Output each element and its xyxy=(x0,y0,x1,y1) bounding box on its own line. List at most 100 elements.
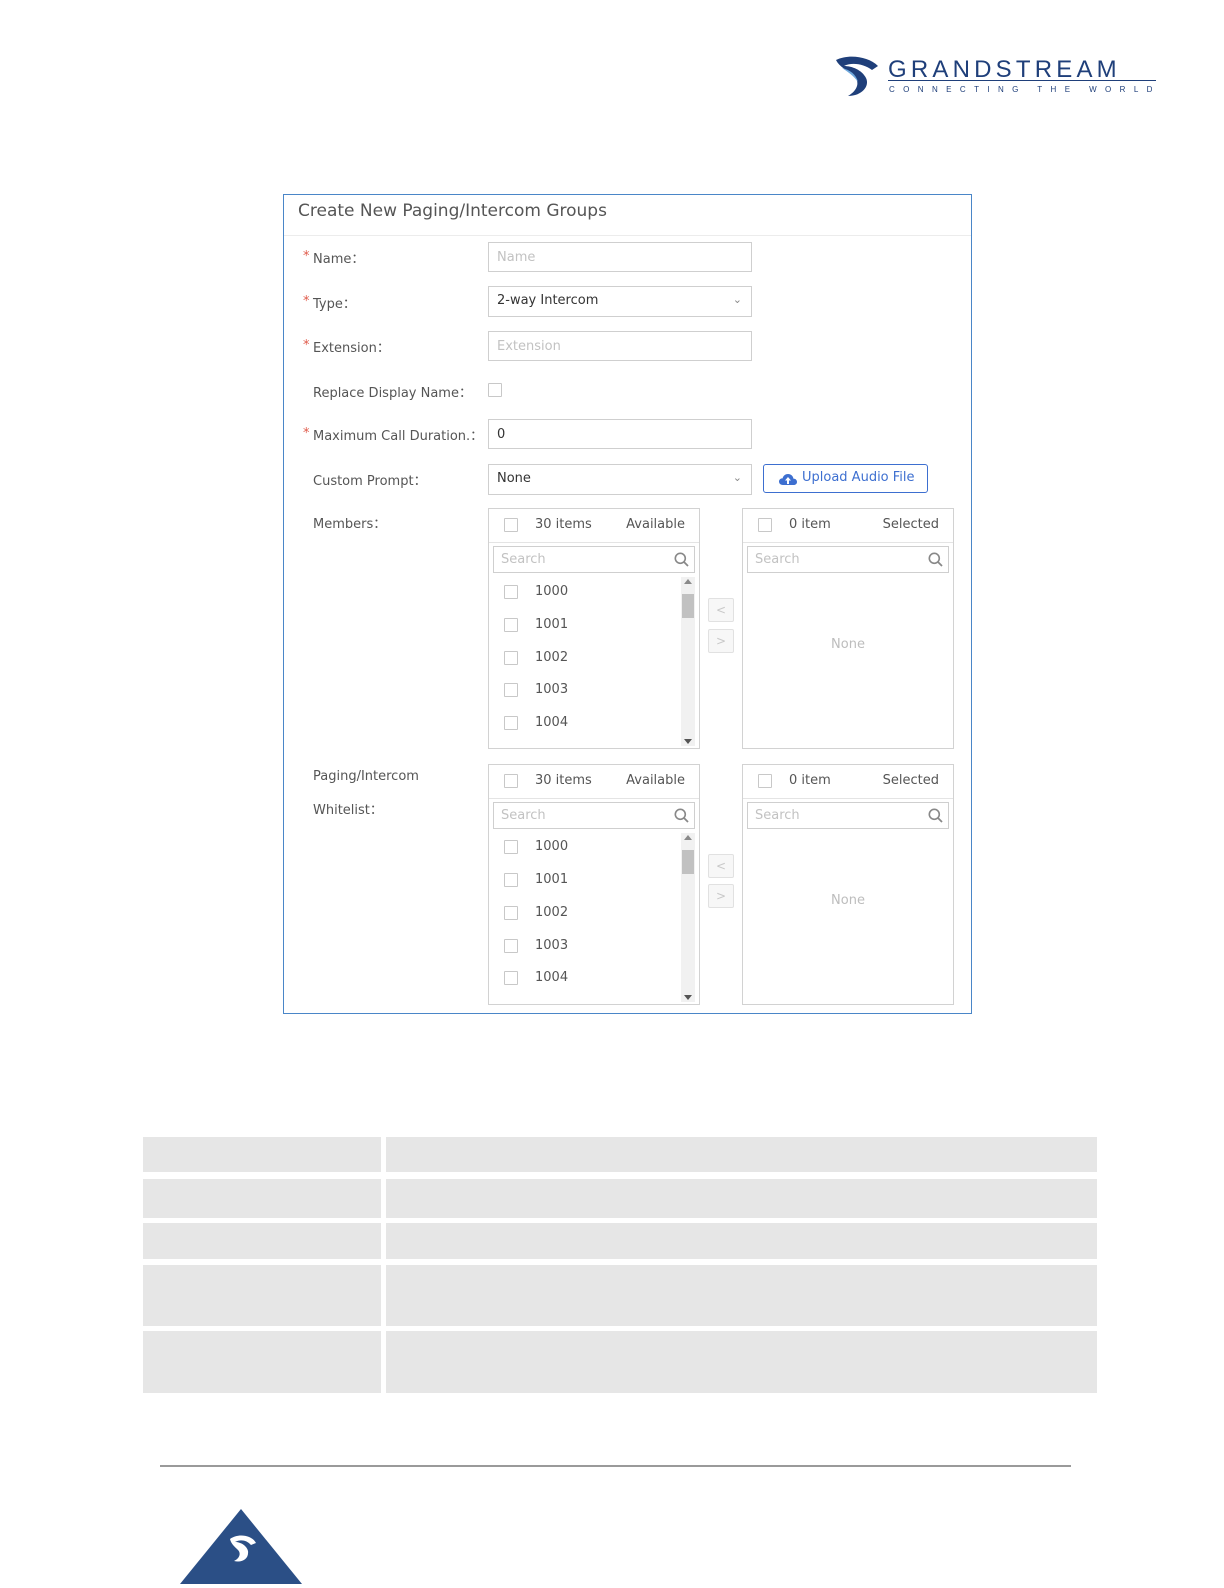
list-item[interactable]: 1001 xyxy=(489,866,679,894)
members-available-title: Available xyxy=(626,517,685,532)
whitelist-select-all-checkbox[interactable] xyxy=(504,774,518,788)
dialog-title: Create New Paging/Intercom Groups xyxy=(298,201,607,221)
table-cell xyxy=(386,1265,1097,1326)
whitelist-selected-count: 0 item xyxy=(789,773,831,788)
list-item[interactable]: 1002 xyxy=(489,644,679,672)
custom-prompt-select[interactable]: None ⌄ xyxy=(488,464,752,495)
members-move-left-button[interactable]: < xyxy=(708,598,734,622)
required-mark: * xyxy=(303,426,310,441)
members-available-count: 30 items xyxy=(535,517,592,532)
whitelist-available-count: 30 items xyxy=(535,773,592,788)
extension-label: Extension： xyxy=(313,341,390,356)
replace-display-name-label: Replace Display Name： xyxy=(313,386,472,401)
whitelist-available-search-input[interactable]: Search xyxy=(493,802,695,829)
table-cell xyxy=(143,1137,381,1172)
brand-divider xyxy=(888,80,1156,81)
table-cell xyxy=(386,1137,1097,1172)
search-icon xyxy=(928,808,943,823)
members-selected-all-checkbox[interactable] xyxy=(758,518,772,532)
table-cell xyxy=(143,1223,381,1259)
list-item[interactable]: 1001 xyxy=(489,611,679,639)
item-label: 1004 xyxy=(535,715,569,730)
whitelist-selected-title: Selected xyxy=(882,773,939,788)
table-cell xyxy=(386,1331,1097,1393)
required-mark: * xyxy=(303,294,310,309)
scroll-down-icon[interactable] xyxy=(684,739,692,744)
max-call-duration-input[interactable] xyxy=(488,419,752,449)
title-divider xyxy=(284,235,971,236)
list-item[interactable]: 1003 xyxy=(489,932,679,960)
table-cell xyxy=(143,1331,381,1393)
panel-divider xyxy=(743,798,953,799)
whitelist-label-line2: Whitelist： xyxy=(313,803,383,818)
item-checkbox[interactable] xyxy=(504,651,518,665)
search-icon xyxy=(928,552,943,567)
type-select[interactable]: 2-way Intercom ⌄ xyxy=(488,286,752,317)
grandstream-swirl-icon xyxy=(836,56,878,96)
list-item[interactable]: 1003 xyxy=(489,676,679,704)
members-selected-title: Selected xyxy=(882,517,939,532)
table-cell xyxy=(143,1265,381,1326)
panel-divider xyxy=(489,542,699,543)
table-cell xyxy=(143,1179,381,1218)
list-item[interactable]: 1000 xyxy=(489,578,679,606)
grandstream-triangle-icon xyxy=(180,1509,302,1584)
extension-input[interactable] xyxy=(488,331,752,361)
item-checkbox[interactable] xyxy=(504,840,518,854)
members-scrollbar[interactable] xyxy=(681,577,695,746)
whitelist-available-title: Available xyxy=(626,773,685,788)
table-cell xyxy=(386,1223,1097,1259)
whitelist-selected-search-input[interactable]: Search xyxy=(747,802,949,829)
members-move-right-button[interactable]: > xyxy=(708,629,734,653)
scroll-down-icon[interactable] xyxy=(684,995,692,1000)
item-label: 1001 xyxy=(535,872,569,887)
item-checkbox[interactable] xyxy=(504,683,518,697)
members-label: Members： xyxy=(313,517,387,532)
grandstream-logo: GRANDSTREAM CONNECTING THE WORLD xyxy=(832,54,1162,100)
members-selected-search-input[interactable]: Search xyxy=(747,546,949,573)
name-label: Name： xyxy=(313,252,365,267)
whitelist-selected-all-checkbox[interactable] xyxy=(758,774,772,788)
whitelist-selected-panel: 0 item Selected Search None xyxy=(742,764,954,1005)
search-placeholder: Search xyxy=(501,552,546,567)
members-select-all-checkbox[interactable] xyxy=(504,518,518,532)
item-checkbox[interactable] xyxy=(504,873,518,887)
whitelist-move-left-button[interactable]: < xyxy=(708,854,734,878)
scroll-thumb[interactable] xyxy=(682,594,694,618)
brand-tagline: CONNECTING THE WORLD xyxy=(889,85,1161,94)
members-available-panel: 30 items Available Search 1000 1001 1002… xyxy=(488,508,700,749)
replace-display-name-checkbox[interactable] xyxy=(488,383,502,397)
item-checkbox[interactable] xyxy=(504,906,518,920)
list-item[interactable]: 1004 xyxy=(489,709,679,737)
members-selected-count: 0 item xyxy=(789,517,831,532)
panel-divider xyxy=(743,542,953,543)
search-placeholder: Search xyxy=(501,808,546,823)
members-available-search-input[interactable]: Search xyxy=(493,546,695,573)
chevron-down-icon: ⌄ xyxy=(732,471,742,484)
item-checkbox[interactable] xyxy=(504,618,518,632)
search-icon xyxy=(674,552,689,567)
whitelist-scrollbar[interactable] xyxy=(681,833,695,1002)
item-checkbox[interactable] xyxy=(504,971,518,985)
empty-state: None xyxy=(831,637,865,652)
whitelist-label: Paging/Intercom xyxy=(313,769,419,784)
scroll-up-icon[interactable] xyxy=(684,579,692,584)
scroll-thumb[interactable] xyxy=(682,850,694,874)
upload-audio-file-button[interactable]: Upload Audio File xyxy=(763,464,928,493)
item-checkbox[interactable] xyxy=(504,716,518,730)
list-item[interactable]: 1004 xyxy=(489,964,679,992)
scroll-up-icon[interactable] xyxy=(684,835,692,840)
item-checkbox[interactable] xyxy=(504,585,518,599)
item-label: 1003 xyxy=(535,938,569,953)
list-item[interactable]: 1000 xyxy=(489,833,679,861)
list-item[interactable]: 1002 xyxy=(489,899,679,927)
item-label: 1001 xyxy=(535,617,569,632)
name-input[interactable] xyxy=(488,242,752,272)
item-label: 1000 xyxy=(535,584,569,599)
item-checkbox[interactable] xyxy=(504,939,518,953)
item-label: 1004 xyxy=(535,970,569,985)
upload-audio-file-label: Upload Audio File xyxy=(802,470,915,485)
panel-divider xyxy=(489,798,699,799)
item-label: 1002 xyxy=(535,650,569,665)
whitelist-move-right-button[interactable]: > xyxy=(708,884,734,908)
